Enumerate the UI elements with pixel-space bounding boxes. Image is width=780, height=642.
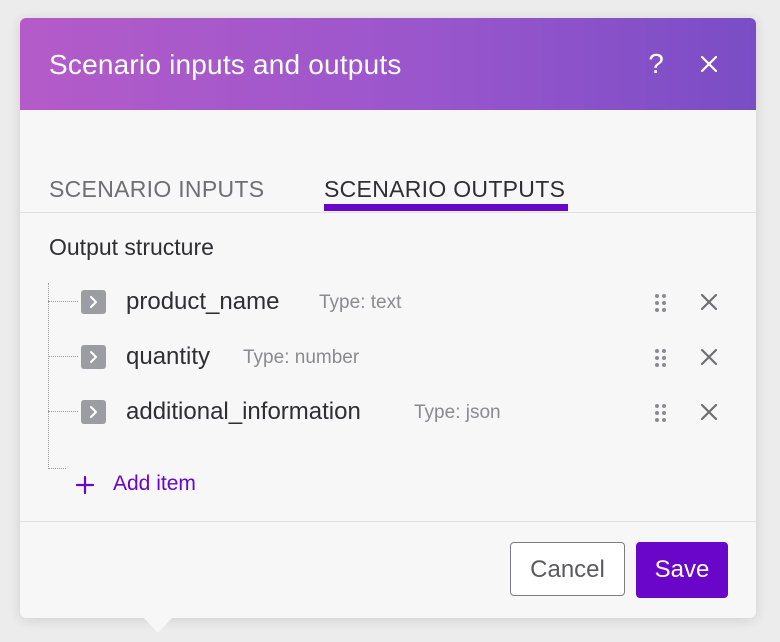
dialog-header: Scenario inputs and outputs ? (20, 18, 756, 110)
add-item-label: Add item (113, 472, 196, 495)
item-type: Type: text (319, 292, 402, 313)
item-name: quantity (126, 343, 211, 370)
plus-icon (76, 476, 94, 494)
remove-item-button[interactable] (700, 403, 718, 421)
active-tab-indicator (324, 204, 568, 211)
dialog-pointer (142, 616, 174, 633)
drag-handle-icon[interactable] (653, 402, 669, 424)
chevron-right-icon (90, 351, 97, 363)
list-item: product_name Type: text (48, 282, 748, 322)
scenario-io-dialog: Scenario inputs and outputs ? SCENARIO I… (20, 18, 756, 618)
footer-divider (20, 521, 756, 522)
close-button[interactable] (696, 48, 724, 80)
chevron-right-icon (90, 406, 97, 418)
list-item: additional_information Type: json (48, 392, 748, 432)
close-icon (700, 348, 718, 366)
expand-button[interactable] (81, 400, 106, 424)
item-name: product_name (126, 288, 280, 315)
tab-bar: SCENARIO INPUTS SCENARIO OUTPUTS (20, 110, 756, 213)
tree-connector (48, 411, 78, 412)
list-item: quantity Type: number (48, 337, 748, 377)
close-icon (700, 403, 718, 421)
tree-connector (48, 301, 78, 302)
save-button[interactable]: Save (636, 542, 728, 598)
expand-button[interactable] (81, 290, 106, 314)
close-icon (700, 293, 718, 311)
help-button[interactable]: ? (642, 44, 670, 84)
drag-handle-icon[interactable] (653, 292, 669, 314)
drag-handle-icon[interactable] (653, 347, 669, 369)
close-icon (700, 55, 718, 73)
tab-scenario-inputs[interactable]: SCENARIO INPUTS (49, 176, 264, 203)
remove-item-button[interactable] (700, 348, 718, 366)
tree-connector (48, 356, 78, 357)
remove-item-button[interactable] (700, 293, 718, 311)
expand-button[interactable] (81, 345, 106, 369)
dialog-title: Scenario inputs and outputs (49, 49, 402, 80)
chevron-right-icon (90, 296, 97, 308)
item-name: additional_information (126, 398, 361, 425)
output-structure-label: Output structure (49, 234, 214, 260)
tab-scenario-outputs[interactable]: SCENARIO OUTPUTS (324, 176, 565, 203)
item-type: Type: number (243, 347, 360, 368)
item-type: Type: json (414, 402, 501, 423)
cancel-button[interactable]: Cancel (510, 542, 625, 596)
tree-connector (48, 468, 66, 469)
